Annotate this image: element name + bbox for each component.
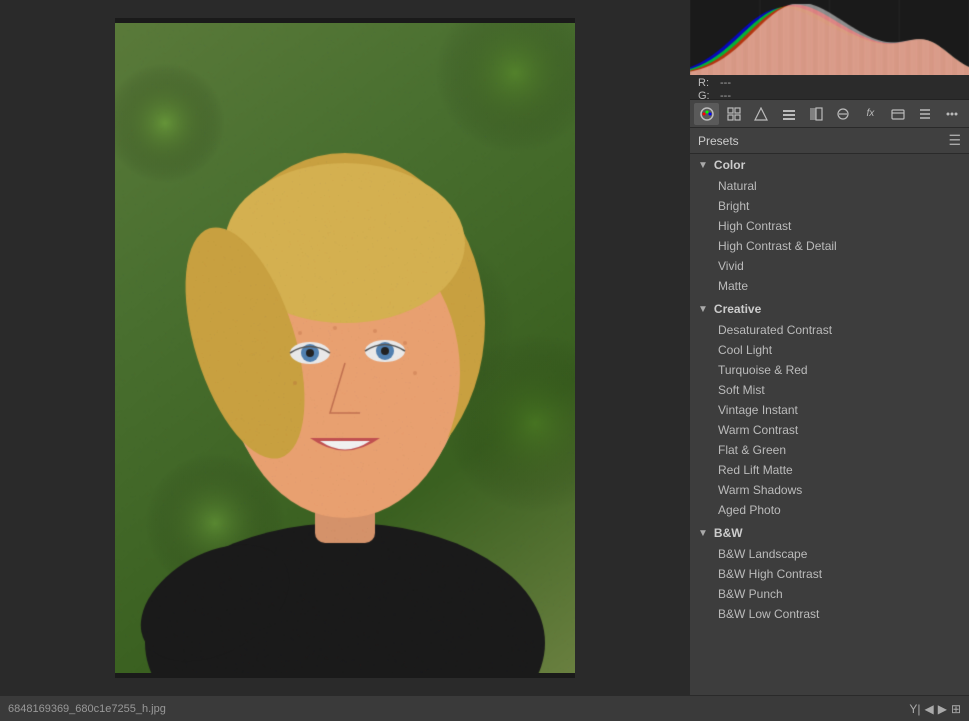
- status-bar: 6848169369_680c1e7255_h.jpg Y| ◀ ▶ ⊞: [0, 695, 969, 721]
- split-tool-icon: [809, 107, 823, 121]
- sliders-tool-icon: [782, 107, 796, 121]
- camera-tool-button[interactable]: [885, 103, 910, 125]
- detail-tool-icon: [836, 107, 850, 121]
- preset-item-turquoise---red[interactable]: Turquoise & Red: [690, 360, 969, 380]
- preset-item-b-w-high-contrast[interactable]: B&W High Contrast: [690, 564, 969, 584]
- preset-item-bright[interactable]: Bright: [690, 196, 969, 216]
- split-tool-button[interactable]: [803, 103, 828, 125]
- preset-item-matte[interactable]: Matte: [690, 276, 969, 296]
- histogram-tool-button[interactable]: [694, 103, 719, 125]
- basic-tool-icon: [918, 107, 932, 121]
- camera-tool-icon: [891, 107, 905, 121]
- grid-view-button[interactable]: ⊞: [951, 702, 961, 716]
- image-wrapper: [115, 18, 575, 678]
- photo-canvas: [115, 23, 575, 673]
- g-row: G: ---: [698, 90, 961, 100]
- group-arrow: ▼: [698, 304, 708, 315]
- presets-title: Presets: [698, 134, 739, 148]
- preset-item-soft-mist[interactable]: Soft Mist: [690, 380, 969, 400]
- preset-item-warm-shadows[interactable]: Warm Shadows: [690, 480, 969, 500]
- right-panel: R: --- G: --- B: ---: [689, 0, 969, 695]
- preset-item-vintage-instant[interactable]: Vintage Instant: [690, 400, 969, 420]
- prev-button[interactable]: ◀: [924, 702, 933, 716]
- sliders-tool-button[interactable]: [776, 103, 801, 125]
- fx-tool-button[interactable]: fx: [858, 103, 883, 125]
- grid-tool-icon: [727, 107, 741, 121]
- preset-item-flat---green[interactable]: Flat & Green: [690, 440, 969, 460]
- presets-menu-icon[interactable]: ☰: [948, 132, 961, 149]
- basic-tool-button[interactable]: [912, 103, 937, 125]
- histogram-tool-icon: [700, 107, 714, 121]
- preset-group-color: ▼ Color NaturalBrightHigh ContrastHigh Con…: [690, 154, 969, 296]
- preset-item-high-contrast[interactable]: High Contrast: [690, 216, 969, 236]
- preset-item-warm-contrast[interactable]: Warm Contrast: [690, 420, 969, 440]
- g-val: ---: [720, 90, 731, 100]
- preset-group-header-b-w[interactable]: ▼ B&W: [690, 522, 969, 544]
- preset-group-b-w: ▼ B&W B&W LandscapeB&W High ContrastB&W Pu…: [690, 522, 969, 624]
- main-container: R: --- G: --- B: ---: [0, 0, 969, 695]
- y-button[interactable]: Y|: [909, 702, 920, 716]
- histogram-area: R: --- G: --- B: ---: [690, 0, 969, 100]
- filename-label: 6848169369_680c1e7255_h.jpg: [8, 703, 166, 715]
- preset-item-vivid[interactable]: Vivid: [690, 256, 969, 276]
- preset-group-header-creative[interactable]: ▼ Creative: [690, 298, 969, 320]
- g-label: G:: [698, 90, 712, 100]
- status-right: Y| ◀ ▶ ⊞: [909, 702, 961, 716]
- preset-group-header-color[interactable]: ▼ Color: [690, 154, 969, 176]
- r-val: ---: [720, 77, 731, 89]
- image-panel: [0, 0, 689, 695]
- preset-item-natural[interactable]: Natural: [690, 176, 969, 196]
- more-tool-icon: [945, 107, 959, 121]
- rgb-values: R: --- G: --- B: ---: [690, 75, 969, 100]
- preset-item-aged-photo[interactable]: Aged Photo: [690, 500, 969, 520]
- more-tool-button[interactable]: [940, 103, 965, 125]
- histogram-canvas: [690, 0, 969, 75]
- preset-item-b-w-punch[interactable]: B&W Punch: [690, 584, 969, 604]
- status-left: 6848169369_680c1e7255_h.jpg: [8, 703, 166, 715]
- triangle-tool-icon: [754, 107, 768, 121]
- preset-item-cool-light[interactable]: Cool Light: [690, 340, 969, 360]
- r-label: R:: [698, 77, 712, 89]
- r-row: R: ---: [698, 77, 961, 89]
- group-label: B&W: [714, 526, 743, 540]
- presets-header: Presets ☰: [690, 128, 969, 154]
- toolbar: fx: [690, 100, 969, 128]
- presets-list[interactable]: ▼ Color NaturalBrightHigh ContrastHigh Con…: [690, 154, 969, 695]
- preset-item-b-w-landscape[interactable]: B&W Landscape: [690, 544, 969, 564]
- grid-tool-button[interactable]: [721, 103, 746, 125]
- preset-item-red-lift-matte[interactable]: Red Lift Matte: [690, 460, 969, 480]
- triangle-tool-button[interactable]: [749, 103, 774, 125]
- group-arrow: ▼: [698, 528, 708, 539]
- group-label: Creative: [714, 302, 761, 316]
- group-arrow: ▼: [698, 160, 708, 171]
- preset-group-creative: ▼ Creative Desaturated ContrastCool LightT…: [690, 298, 969, 520]
- preset-item-desaturated-contrast[interactable]: Desaturated Contrast: [690, 320, 969, 340]
- next-button[interactable]: ▶: [938, 702, 947, 716]
- preset-item-b-w-low-contrast[interactable]: B&W Low Contrast: [690, 604, 969, 624]
- fx-text: fx: [867, 108, 875, 119]
- group-label: Color: [714, 158, 745, 172]
- detail-tool-button[interactable]: [830, 103, 855, 125]
- preset-item-high-contrast---detail[interactable]: High Contrast & Detail: [690, 236, 969, 256]
